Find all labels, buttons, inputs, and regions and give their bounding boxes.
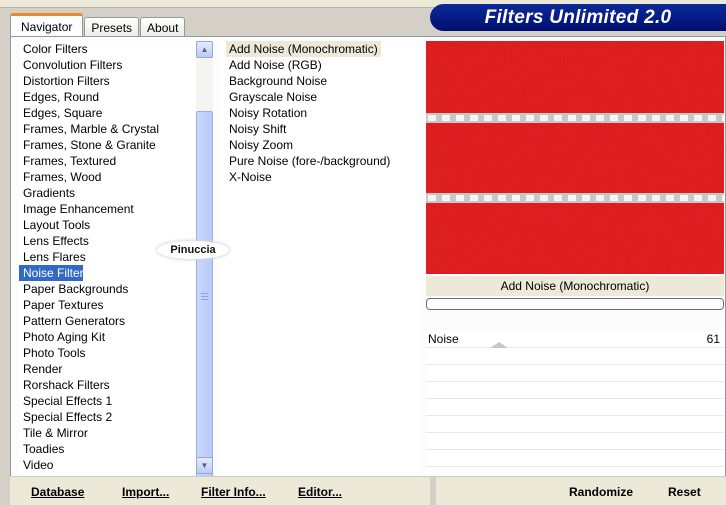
chevron-down-icon: ▼ (200, 461, 209, 470)
chevron-up-icon: ▲ (200, 45, 209, 54)
category-item[interactable]: Edges, Round (19, 89, 196, 105)
tab-bar: Navigator Presets About (10, 13, 186, 37)
filter-item[interactable]: X-Noise (226, 169, 275, 185)
scroll-thumb[interactable] (196, 111, 213, 482)
category-item[interactable]: Frames, Marble & Crystal (19, 121, 196, 137)
category-item[interactable]: Photo Tools (19, 345, 196, 361)
category-item[interactable]: Rorshack Filters (19, 377, 196, 393)
category-item[interactable]: Pattern Generators (19, 313, 196, 329)
bottom-bar: Database Import... Filter Info... Editor… (10, 476, 726, 505)
watermark-logo: Pinuccia (157, 241, 229, 259)
editor-button[interactable]: Editor... (298, 483, 342, 501)
preview-image (426, 41, 724, 274)
category-item[interactable]: Video (19, 457, 196, 473)
reset-button[interactable]: Reset (668, 483, 701, 501)
parameter-row (426, 450, 724, 467)
import-button[interactable]: Import... (122, 483, 169, 501)
filter-list[interactable]: Add Noise (Monochromatic) Add Noise (RGB)… (218, 41, 420, 474)
progress-bar (426, 298, 724, 310)
tab-navigator[interactable]: Navigator (10, 13, 84, 37)
database-button[interactable]: Database (31, 483, 84, 501)
parameter-value: 61 (706, 332, 720, 346)
category-item[interactable]: Noise Filters (19, 265, 90, 281)
category-item[interactable]: Special Effects 1 (19, 393, 196, 409)
parameter-row (426, 348, 724, 365)
filter-item[interactable]: Add Noise (RGB) (226, 57, 325, 73)
noise-texture (426, 41, 724, 274)
parameter-row (426, 433, 724, 450)
tab-presets[interactable]: Presets (84, 17, 140, 37)
filter-item[interactable]: Pure Noise (fore-/background) (226, 153, 393, 169)
parameter-row (426, 365, 724, 382)
category-item[interactable]: Convolution Filters (19, 57, 196, 73)
category-item[interactable]: Paper Backgrounds (19, 281, 196, 297)
category-list[interactable]: Color Filters Convolution Filters Distorti… (19, 41, 196, 474)
current-filter-name: Add Noise (Monochromatic) (426, 276, 724, 296)
grip-icon (201, 293, 208, 300)
category-item[interactable]: Tile & Mirror (19, 425, 196, 441)
category-item[interactable]: Image Enhancement (19, 201, 196, 217)
tab-about[interactable]: About (140, 17, 186, 37)
category-item[interactable]: Render (19, 361, 196, 377)
category-item[interactable]: Photo Aging Kit (19, 329, 196, 345)
parameter-row (426, 416, 724, 433)
bottom-divider (430, 477, 436, 505)
category-item[interactable]: Toadies (19, 441, 196, 457)
parameter-row (426, 382, 724, 399)
preview-ribbon-bottom (426, 193, 724, 203)
preview-ribbon-top (426, 113, 724, 123)
filter-item[interactable]: Noisy Rotation (226, 105, 310, 121)
category-item[interactable]: Color Filters (19, 41, 196, 57)
parameter-row (426, 399, 724, 416)
category-item[interactable]: Layout Tools (19, 217, 196, 233)
randomize-button[interactable]: Randomize (569, 483, 633, 501)
filter-item[interactable]: Noisy Zoom (226, 137, 296, 153)
category-item[interactable]: Gradients (19, 185, 196, 201)
category-item[interactable]: Frames, Textured (19, 153, 196, 169)
filter-info-button[interactable]: Filter Info... (201, 483, 266, 501)
app-title-banner: Filters Unlimited 2.0 (430, 4, 726, 31)
category-item[interactable]: Edges, Square (19, 105, 196, 121)
filter-item[interactable]: Add Noise (Monochromatic) (226, 41, 381, 57)
category-item[interactable]: Frames, Wood (19, 169, 196, 185)
category-item[interactable]: Special Effects 2 (19, 409, 196, 425)
category-item[interactable]: Distortion Filters (19, 73, 196, 89)
parameter-row[interactable]: Noise 61 (426, 331, 724, 348)
scroll-up-button[interactable]: ▲ (196, 41, 213, 58)
parameter-list: Noise 61 (426, 331, 724, 474)
filter-item[interactable]: Background Noise (226, 73, 330, 89)
category-item[interactable]: Paper Textures (19, 297, 196, 313)
category-item[interactable]: Frames, Stone & Granite (19, 137, 196, 153)
parameter-label: Noise (428, 332, 459, 346)
filter-item[interactable]: Noisy Shift (226, 121, 289, 137)
filter-item[interactable]: Grayscale Noise (226, 89, 320, 105)
scroll-down-button[interactable]: ▼ (196, 457, 213, 474)
